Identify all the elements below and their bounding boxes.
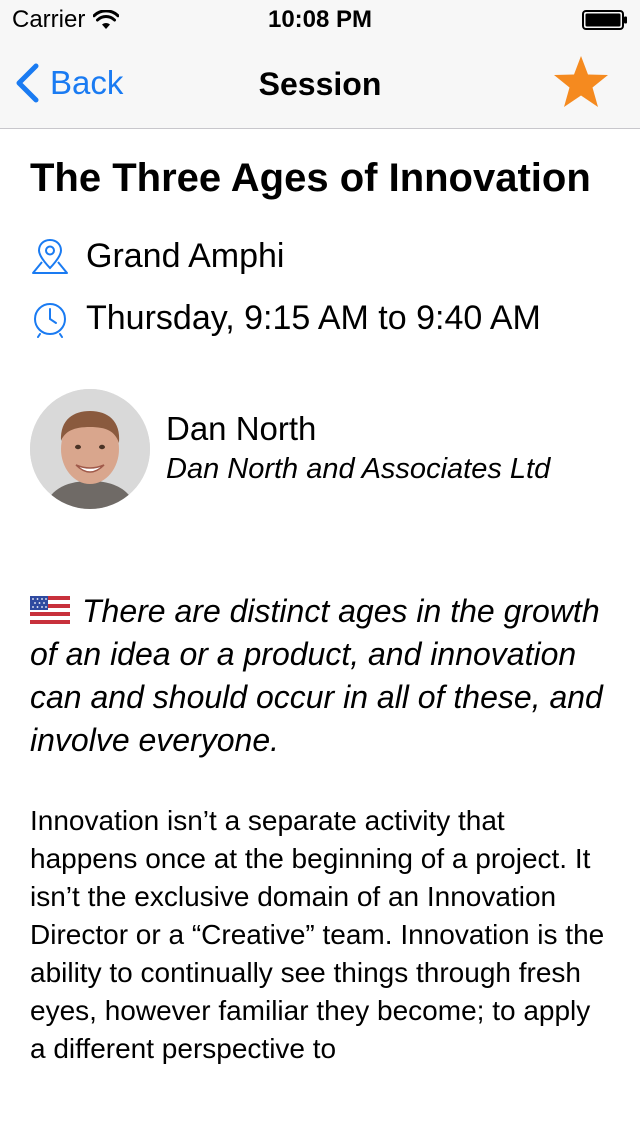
nav-title: Session [258, 66, 382, 102]
navigation-bar: Back Session [0, 40, 640, 129]
battery-icon [582, 10, 627, 30]
session-room: Grand Amphi [86, 236, 285, 275]
location-pin-icon [32, 238, 68, 274]
speaker-info: Dan North Dan North and Associates Ltd [166, 409, 550, 489]
speaker-name: Dan North [166, 410, 317, 447]
speaker-row[interactable]: Dan North Dan North and Associates Ltd [30, 388, 610, 510]
session-description: Innovation isn’t a separate activity tha… [30, 805, 605, 1064]
session-time: Thursday, 9:15 AM to 9:40 AM [86, 298, 541, 337]
speaker-company: Dan North and Associates Ltd [166, 453, 551, 485]
session-time-row: Thursday, 9:15 AM to 9:40 AM [30, 290, 610, 346]
session-title: The Three Ages of Innovation [30, 156, 591, 200]
session-summary-text: There are distinct ages in the growth of… [30, 593, 603, 758]
status-time: 10:08 PM [267, 6, 373, 33]
star-icon[interactable] [552, 54, 610, 112]
session-room-row: Grand Amphi [30, 228, 610, 284]
session-detail: The Three Ages of Innovation Grand Amphi… [30, 152, 610, 1068]
status-bar: Carrier 10:08 PM [0, 0, 640, 40]
us-flag-icon [30, 596, 70, 624]
session-summary: There are distinct ages in the growth of… [30, 590, 610, 762]
avatar [30, 389, 150, 509]
clock-icon [34, 303, 66, 338]
